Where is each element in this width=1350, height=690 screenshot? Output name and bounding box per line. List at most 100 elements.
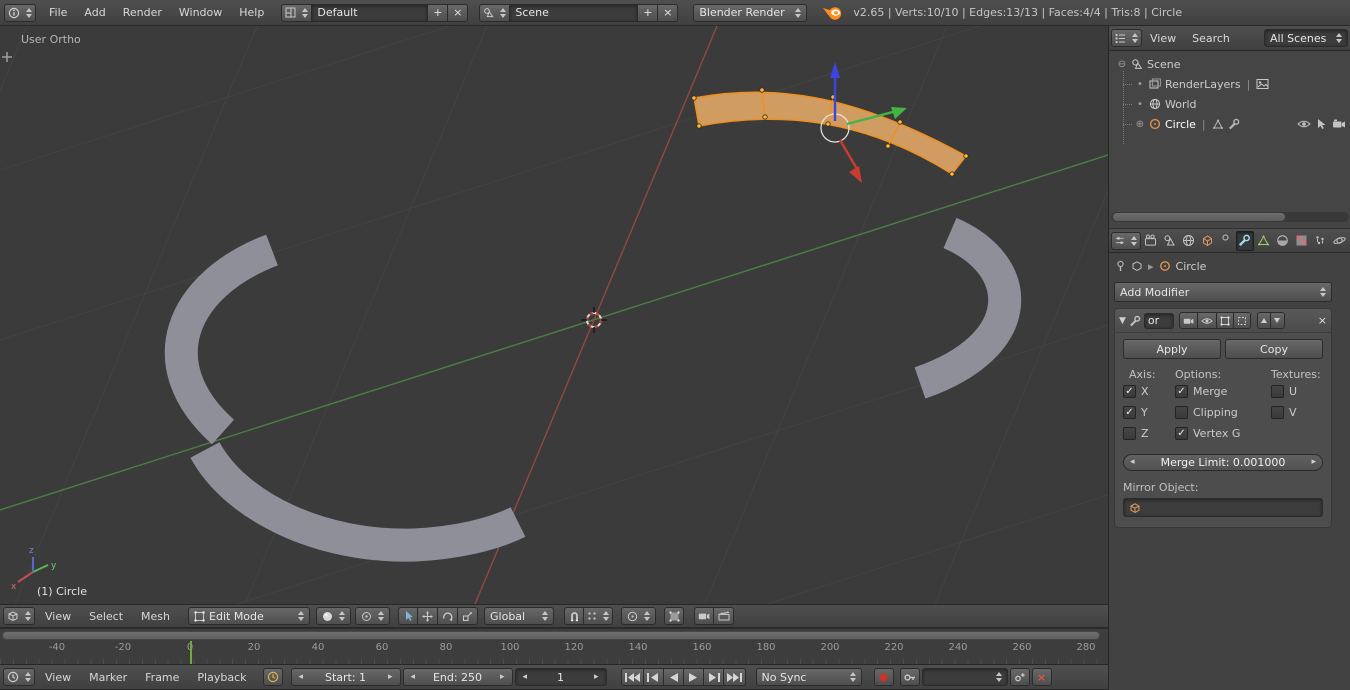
tab-object-data[interactable] — [1255, 231, 1273, 251]
modifier-cage-toggle[interactable] — [1233, 312, 1251, 329]
object-cube-icon[interactable] — [1131, 260, 1143, 272]
timeline-scrollbar[interactable] — [2, 631, 1100, 640]
modifier-delete-button[interactable]: × — [1318, 314, 1327, 327]
collapse-triangle-icon[interactable]: ▼ — [1119, 316, 1126, 326]
mode-select[interactable]: Edit Mode — [188, 607, 311, 625]
tab-render[interactable] — [1142, 231, 1160, 251]
outliner-scrollbar-thumb[interactable] — [1113, 213, 1285, 221]
menu-window[interactable]: Window — [171, 6, 230, 19]
tab-modifiers[interactable] — [1235, 230, 1254, 251]
scene-add-button[interactable]: + — [638, 3, 659, 22]
manipulator-rotate-button[interactable] — [438, 607, 459, 625]
add-modifier-button[interactable]: Add Modifier — [1114, 282, 1332, 302]
step-left-icon[interactable]: ◂ — [521, 672, 530, 682]
timeline-menu-marker[interactable]: Marker — [81, 671, 135, 684]
region-expand-icon[interactable] — [2, 52, 12, 62]
renderability-camera-icon[interactable] — [1332, 118, 1346, 130]
tab-world[interactable] — [1179, 231, 1197, 251]
mesh-data-icon[interactable] — [1212, 118, 1224, 130]
scene-name-field[interactable]: Scene — [510, 3, 639, 22]
manipulator-translate-button[interactable] — [418, 607, 439, 625]
expander-icon[interactable]: ⊕ — [1135, 119, 1145, 130]
visibility-eye-icon[interactable] — [1297, 118, 1311, 130]
menu-add[interactable]: Add — [76, 6, 113, 19]
proportional-edit-select[interactable] — [621, 607, 657, 625]
mirror-object-select[interactable] — [1123, 498, 1323, 517]
tab-material[interactable] — [1274, 231, 1292, 251]
apply-button[interactable]: Apply — [1123, 339, 1221, 359]
outliner-item-circle[interactable]: ⊕ Circle | — [1109, 114, 1350, 134]
opengl-render-button[interactable] — [694, 607, 715, 625]
modifier-render-toggle[interactable] — [1178, 312, 1198, 329]
frame-end-field[interactable]: ◂ End: 250 ▸ — [402, 668, 513, 686]
editor-type-button-view3d[interactable] — [3, 607, 35, 625]
pivot-point-select[interactable] — [355, 607, 391, 625]
slider-left-arrow-icon[interactable]: ◂ — [1128, 457, 1137, 467]
snap-element-select[interactable] — [584, 607, 614, 625]
checkbox-texture-v[interactable]: V — [1271, 402, 1323, 423]
scene-browse-button[interactable] — [479, 3, 511, 22]
manipulator-scale-button[interactable] — [458, 607, 479, 625]
3d-viewport[interactable]: x y z User Ortho (1) Circle — [0, 26, 1108, 604]
tab-particles[interactable] — [1311, 231, 1329, 251]
screen-layout-name-field[interactable]: Default — [312, 3, 429, 22]
modifier-editmode-toggle[interactable] — [1216, 312, 1234, 329]
record-button[interactable] — [873, 668, 894, 686]
editor-type-button-properties[interactable] — [1111, 231, 1141, 250]
jump-to-end-button[interactable] — [723, 668, 746, 686]
preview-range-toggle[interactable] — [262, 668, 283, 686]
view3d-menu-select[interactable]: Select — [81, 610, 131, 623]
timeline-menu-view[interactable]: View — [37, 671, 79, 684]
expander-icon[interactable]: ⊖ — [1117, 59, 1127, 70]
current-frame-line[interactable] — [190, 641, 192, 664]
step-right-icon[interactable]: ▸ — [386, 672, 395, 682]
menu-render[interactable]: Render — [115, 6, 170, 19]
timeline-ruler[interactable]: -40 -20 0 20 40 60 80 100 120 140 160 18… — [0, 628, 1108, 664]
outliner-menu-view[interactable]: View — [1142, 32, 1184, 45]
tab-physics[interactable] — [1330, 231, 1348, 251]
outliner-item-scene[interactable]: ⊖ Scene — [1109, 54, 1350, 74]
checkbox-axis-y[interactable]: ✓ Y — [1123, 402, 1175, 423]
play-button[interactable] — [683, 668, 704, 686]
outliner-menu-search[interactable]: Search — [1184, 32, 1238, 45]
current-frame-field[interactable]: ◂ 1 ▸ — [514, 668, 607, 686]
checkbox-texture-u[interactable]: U — [1271, 381, 1323, 402]
checkbox-axis-x[interactable]: ✓ X — [1123, 381, 1175, 402]
copy-button[interactable]: Copy — [1225, 339, 1323, 359]
tab-constraints[interactable] — [1217, 231, 1235, 251]
modifier-name-field[interactable]: or — [1143, 312, 1174, 329]
checkbox-vertex-groups[interactable]: ✓ Vertex G — [1175, 423, 1271, 444]
outliner-scrollbar-track[interactable] — [1111, 212, 1349, 222]
menu-file[interactable]: File — [41, 6, 75, 19]
sync-mode-select[interactable]: No Sync — [755, 668, 862, 686]
keying-icon-button[interactable] — [899, 668, 920, 686]
expander-icon[interactable]: • — [1135, 79, 1145, 90]
play-reverse-button[interactable] — [663, 668, 684, 686]
editor-type-button-timeline[interactable] — [3, 668, 35, 686]
jump-to-start-button[interactable] — [620, 668, 644, 686]
modifier-visibility-toggle[interactable] — [1197, 312, 1217, 329]
viewport-shading-select[interactable] — [316, 607, 352, 625]
wrench-icon[interactable] — [1228, 118, 1240, 130]
step-right-icon[interactable]: ▸ — [592, 672, 601, 682]
step-left-icon[interactable]: ◂ — [297, 672, 306, 682]
screen-layout-browse-button[interactable] — [281, 3, 313, 22]
timeline-menu-frame[interactable]: Frame — [137, 671, 187, 684]
keying-set-select[interactable] — [921, 668, 1008, 686]
next-keyframe-button[interactable] — [703, 668, 724, 686]
previous-keyframe-button[interactable] — [643, 668, 664, 686]
step-left-icon[interactable]: ◂ — [409, 672, 418, 682]
outliner-item-world[interactable]: • World — [1109, 94, 1350, 114]
manipulator-toggle-button[interactable] — [398, 607, 419, 625]
selectability-cursor-icon[interactable] — [1316, 118, 1327, 130]
outliner-display-filter-select[interactable]: All Scenes — [1264, 29, 1348, 47]
insert-keyframe-button[interactable] — [1009, 668, 1030, 686]
occlude-geometry-toggle[interactable] — [664, 607, 685, 625]
timeline-menu-playback[interactable]: Playback — [189, 671, 254, 684]
frame-start-field[interactable]: ◂ Start: 1 ▸ — [290, 668, 401, 686]
renderlayer-data-icon[interactable] — [1256, 78, 1269, 90]
opengl-anim-render-button[interactable] — [714, 607, 735, 625]
tab-object[interactable] — [1198, 231, 1216, 251]
view3d-menu-view[interactable]: View — [37, 610, 79, 623]
pin-icon[interactable] — [1115, 260, 1126, 272]
